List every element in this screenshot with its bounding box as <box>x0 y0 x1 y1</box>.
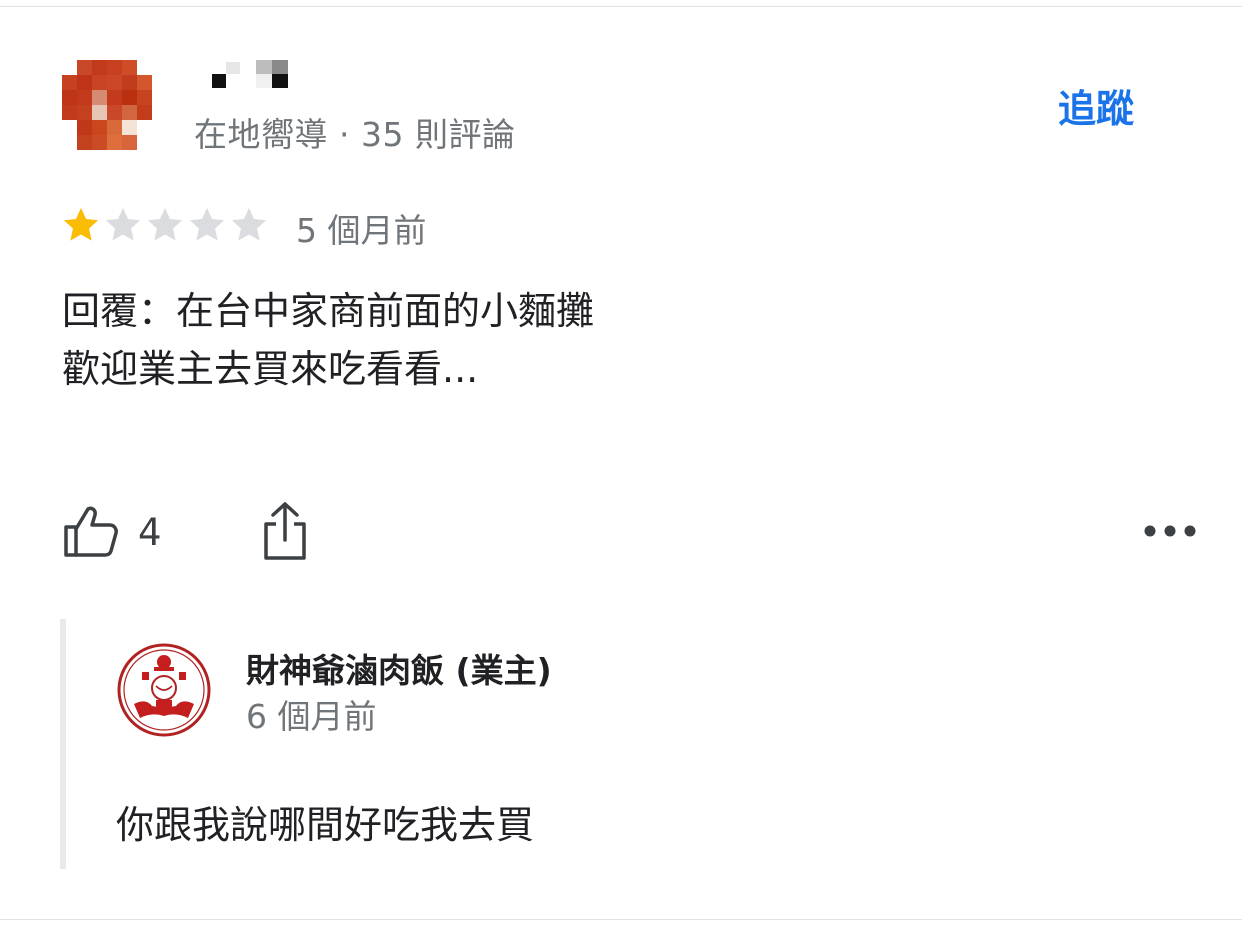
star-empty-icon <box>231 207 267 241</box>
reviewer-avatar[interactable] <box>62 60 152 150</box>
follow-button[interactable]: 追蹤 <box>1058 78 1134 133</box>
avatar-pixel <box>107 135 122 150</box>
owner-name[interactable]: 財神爺滷肉飯 (業主) <box>246 644 552 692</box>
like-button[interactable]: 4 <box>62 502 162 562</box>
avatar-pixel <box>62 60 77 75</box>
bottom-divider <box>0 919 1242 920</box>
avatar-pixel <box>122 120 137 135</box>
star-rating <box>60 202 270 248</box>
avatar-pixel <box>107 120 122 135</box>
avatar-pixel <box>77 105 92 120</box>
avatar-pixel <box>137 135 152 150</box>
top-divider <box>0 6 1242 7</box>
avatar-pixel <box>137 75 152 90</box>
avatar-pixel <box>62 75 77 90</box>
review-text-line: 回覆：在台中家商前面的小麵攤 <box>62 289 595 333</box>
share-button[interactable] <box>258 500 312 562</box>
avatar-pixel <box>62 90 77 105</box>
more-options-icon <box>1144 525 1196 537</box>
reviewer-meta: 在地嚮導 · 35 則評論 <box>194 115 516 154</box>
star-empty-icon <box>189 207 225 241</box>
avatar-pixel <box>62 120 77 135</box>
avatar-pixel <box>107 60 122 75</box>
avatar-pixel <box>62 135 77 150</box>
avatar-pixel <box>122 75 137 90</box>
reply-indent-bar <box>60 619 66 869</box>
avatar-pixel <box>77 135 92 150</box>
avatar-pixel <box>122 60 137 75</box>
reviewer-name-redacted[interactable] <box>196 60 296 92</box>
owner-reply-text: 你跟我說哪間好吃我去買 <box>116 803 535 847</box>
avatar-pixel <box>137 90 152 105</box>
like-count: 4 <box>138 510 162 554</box>
avatar-pixel <box>92 105 107 120</box>
star-empty-icon <box>147 207 183 241</box>
avatar-pixel <box>92 75 107 90</box>
star-filled-icon <box>63 207 99 241</box>
avatar-pixel <box>107 75 122 90</box>
avatar-pixel <box>77 120 92 135</box>
avatar-pixel <box>107 90 122 105</box>
thumbs-up-icon <box>64 506 118 557</box>
avatar-pixel <box>107 105 122 120</box>
avatar-pixel <box>122 105 137 120</box>
avatar-pixel <box>77 75 92 90</box>
avatar-pixel <box>92 90 107 105</box>
avatar-pixel <box>137 60 152 75</box>
avatar-pixel <box>137 120 152 135</box>
avatar-pixel <box>77 60 92 75</box>
review-text: 回覆：在台中家商前面的小麵攤 歡迎業主去買來吃看看... <box>62 282 594 398</box>
avatar-pixel <box>122 135 137 150</box>
avatar-pixel <box>62 105 77 120</box>
avatar-pixel <box>92 135 107 150</box>
review-time: 5 個月前 <box>296 211 427 250</box>
owner-reply-time: 6 個月前 <box>246 697 377 736</box>
avatar-pixel <box>92 120 107 135</box>
avatar-pixel <box>77 90 92 105</box>
share-icon <box>264 502 306 560</box>
owner-logo-icon <box>117 643 211 737</box>
avatar-pixel <box>92 60 107 75</box>
review-text-line: 歡迎業主去買來吃看看... <box>62 347 479 391</box>
avatar-pixel <box>137 105 152 120</box>
more-options-button[interactable] <box>1140 516 1200 546</box>
owner-logo[interactable] <box>116 642 212 738</box>
star-empty-icon <box>105 207 141 241</box>
avatar-pixel <box>122 90 137 105</box>
review-card: 在地嚮導 · 35 則評論 追蹤 5 個月前 回覆：在台中家商前面的小麵攤 歡迎… <box>0 0 1242 936</box>
